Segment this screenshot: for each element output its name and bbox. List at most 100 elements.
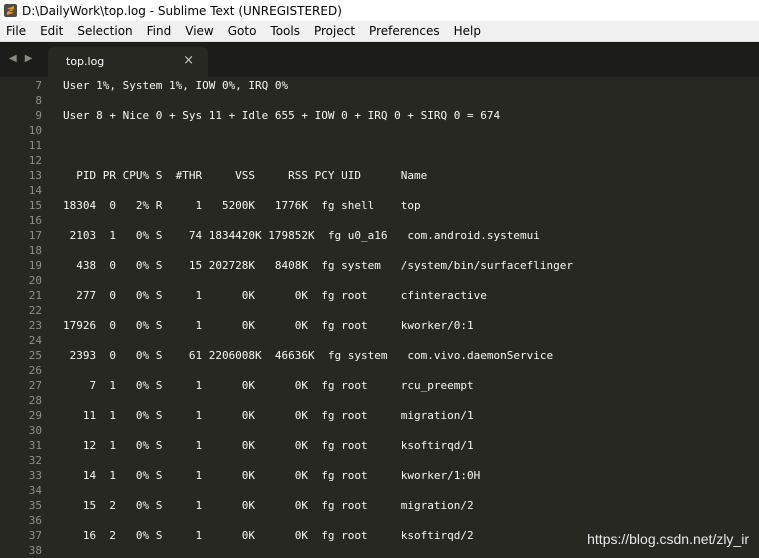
line-number: 11 xyxy=(28,139,42,152)
tab-label: top.log xyxy=(66,55,105,68)
menu-edit[interactable]: Edit xyxy=(33,21,70,42)
line-number: 22 xyxy=(28,304,42,317)
line-number: 7 xyxy=(35,79,42,92)
menu-project[interactable]: Project xyxy=(307,21,362,42)
line-text: User 8 + Nice 0 + Sys 11 + Idle 655 + IO… xyxy=(63,109,501,122)
code-line[interactable]: 12 xyxy=(0,153,759,168)
line-text: 14 1 0% S 1 0K 0K fg root kworker/1:0H xyxy=(63,469,481,482)
code-line[interactable]: 14 xyxy=(0,183,759,198)
menu-preferences[interactable]: Preferences xyxy=(362,21,447,42)
line-number: 28 xyxy=(28,394,42,407)
code-line[interactable]: 33 14 1 0% S 1 0K 0K fg root kworker/1:0… xyxy=(0,468,759,483)
code-line[interactable]: 9 User 8 + Nice 0 + Sys 11 + Idle 655 + I… xyxy=(0,108,759,123)
line-text: 7 1 0% S 1 0K 0K fg root rcu_preempt xyxy=(63,379,474,392)
menu-selection[interactable]: Selection xyxy=(70,21,139,42)
line-number: 38 xyxy=(28,544,42,557)
line-text: 15 2 0% S 1 0K 0K fg root migration/2 xyxy=(63,499,474,512)
line-number: 20 xyxy=(28,274,42,287)
line-number: 23 xyxy=(28,319,42,332)
chevron-right-icon[interactable]: ▶ xyxy=(25,53,33,64)
code-line[interactable]: 27 7 1 0% S 1 0K 0K fg root rcu_preempt xyxy=(0,378,759,393)
line-number: 18 xyxy=(28,244,42,257)
line-number: 16 xyxy=(28,214,42,227)
code-line[interactable]: 17 2103 1 0% S 74 1834420K 179852K fg u0… xyxy=(0,228,759,243)
code-line[interactable]: 29 11 1 0% S 1 0K 0K fg root migration/1 xyxy=(0,408,759,423)
code-line[interactable]: 32 xyxy=(0,453,759,468)
line-text: 2393 0 0% S 61 2206008K 46636K fg system… xyxy=(63,349,554,362)
line-text: 2103 1 0% S 74 1834420K 179852K fg u0_a1… xyxy=(63,229,540,242)
code-line[interactable]: 13 PID PR CPU% S #THR VSS RSS PCY UID Na… xyxy=(0,168,759,183)
code-line[interactable]: 21 277 0 0% S 1 0K 0K fg root cfinteract… xyxy=(0,288,759,303)
watermark: https://blog.csdn.net/zly_ir xyxy=(587,531,749,547)
menu-view[interactable]: View xyxy=(178,21,220,42)
code-line[interactable]: 19 438 0 0% S 15 202728K 8408K fg system… xyxy=(0,258,759,273)
line-number: 37 xyxy=(28,529,42,542)
code-line[interactable]: 26 xyxy=(0,363,759,378)
line-number: 17 xyxy=(28,229,42,242)
menu-find[interactable]: Find xyxy=(140,21,179,42)
line-number: 24 xyxy=(28,334,42,347)
code-line[interactable]: 24 xyxy=(0,333,759,348)
code-line[interactable]: 35 15 2 0% S 1 0K 0K fg root migration/2 xyxy=(0,498,759,513)
code-line[interactable]: 23 17926 0 0% S 1 0K 0K fg root kworker/0… xyxy=(0,318,759,333)
code-line[interactable]: 28 xyxy=(0,393,759,408)
code-line[interactable]: 20 xyxy=(0,273,759,288)
line-number: 21 xyxy=(28,289,42,302)
line-number: 8 xyxy=(35,94,42,107)
code-line[interactable]: 10 xyxy=(0,123,759,138)
line-text: 277 0 0% S 1 0K 0K fg root cfinteractive xyxy=(63,289,487,302)
title-bar: D:\DailyWork\top.log - Sublime Text (UNR… xyxy=(0,0,759,21)
line-text: User 1%, System 1%, IOW 0%, IRQ 0% xyxy=(63,79,289,92)
code-line[interactable]: 36 xyxy=(0,513,759,528)
line-number: 25 xyxy=(28,349,42,362)
code-line[interactable]: 22 xyxy=(0,303,759,318)
menu-bar: File Edit Selection Find View Goto Tools… xyxy=(0,21,759,42)
line-number: 33 xyxy=(28,469,42,482)
tab-bar: ◀ ▶ top.log × xyxy=(0,42,759,77)
line-text: PID PR CPU% S #THR VSS RSS PCY UID Name xyxy=(63,169,428,182)
code-line[interactable]: 11 xyxy=(0,138,759,153)
line-number: 10 xyxy=(28,124,42,137)
line-number: 31 xyxy=(28,439,42,452)
line-text: 16 2 0% S 1 0K 0K fg root ksoftirqd/2 xyxy=(63,529,474,542)
line-text: 12 1 0% S 1 0K 0K fg root ksoftirqd/1 xyxy=(63,439,474,452)
line-number: 29 xyxy=(28,409,42,422)
editor-area[interactable]: 7 User 1%, System 1%, IOW 0%, IRQ 0% 8 9 Use… xyxy=(0,77,759,557)
menu-file[interactable]: File xyxy=(0,21,33,42)
menu-goto[interactable]: Goto xyxy=(221,21,264,42)
code-line[interactable]: 8 xyxy=(0,93,759,108)
menu-help[interactable]: Help xyxy=(447,21,488,42)
line-number: 9 xyxy=(35,109,42,122)
line-number: 14 xyxy=(28,184,42,197)
tab-nav: ◀ ▶ xyxy=(9,53,32,64)
line-number: 36 xyxy=(28,514,42,527)
window-title: D:\DailyWork\top.log - Sublime Text (UNR… xyxy=(22,3,342,18)
line-number: 27 xyxy=(28,379,42,392)
line-number: 35 xyxy=(28,499,42,512)
tab-top-log[interactable]: top.log × xyxy=(48,47,208,77)
close-icon[interactable]: × xyxy=(183,53,194,68)
line-text: 11 1 0% S 1 0K 0K fg root migration/1 xyxy=(63,409,474,422)
line-number: 34 xyxy=(28,484,42,497)
sublime-app-icon xyxy=(4,4,17,17)
line-number: 26 xyxy=(28,364,42,377)
line-number: 32 xyxy=(28,454,42,467)
code-line[interactable]: 7 User 1%, System 1%, IOW 0%, IRQ 0% xyxy=(0,78,759,93)
chevron-left-icon[interactable]: ◀ xyxy=(9,53,17,64)
code-line[interactable]: 34 xyxy=(0,483,759,498)
code-line[interactable]: 16 xyxy=(0,213,759,228)
line-text: 18304 0 2% R 1 5200K 1776K fg shell top xyxy=(63,199,421,212)
line-number: 30 xyxy=(28,424,42,437)
line-number: 15 xyxy=(28,199,42,212)
code-line[interactable]: 25 2393 0 0% S 61 2206008K 46636K fg sys… xyxy=(0,348,759,363)
line-text: 17926 0 0% S 1 0K 0K fg root kworker/0:1 xyxy=(63,319,474,332)
code-line[interactable]: 31 12 1 0% S 1 0K 0K fg root ksoftirqd/1 xyxy=(0,438,759,453)
code-line[interactable]: 18 xyxy=(0,243,759,258)
line-text: 438 0 0% S 15 202728K 8408K fg system /s… xyxy=(63,259,573,272)
menu-tools[interactable]: Tools xyxy=(263,21,307,42)
line-number: 12 xyxy=(28,154,42,167)
line-number: 13 xyxy=(28,169,42,182)
code-line[interactable]: 30 xyxy=(0,423,759,438)
code-line[interactable]: 15 18304 0 2% R 1 5200K 1776K fg shell to… xyxy=(0,198,759,213)
line-number: 19 xyxy=(28,259,42,272)
